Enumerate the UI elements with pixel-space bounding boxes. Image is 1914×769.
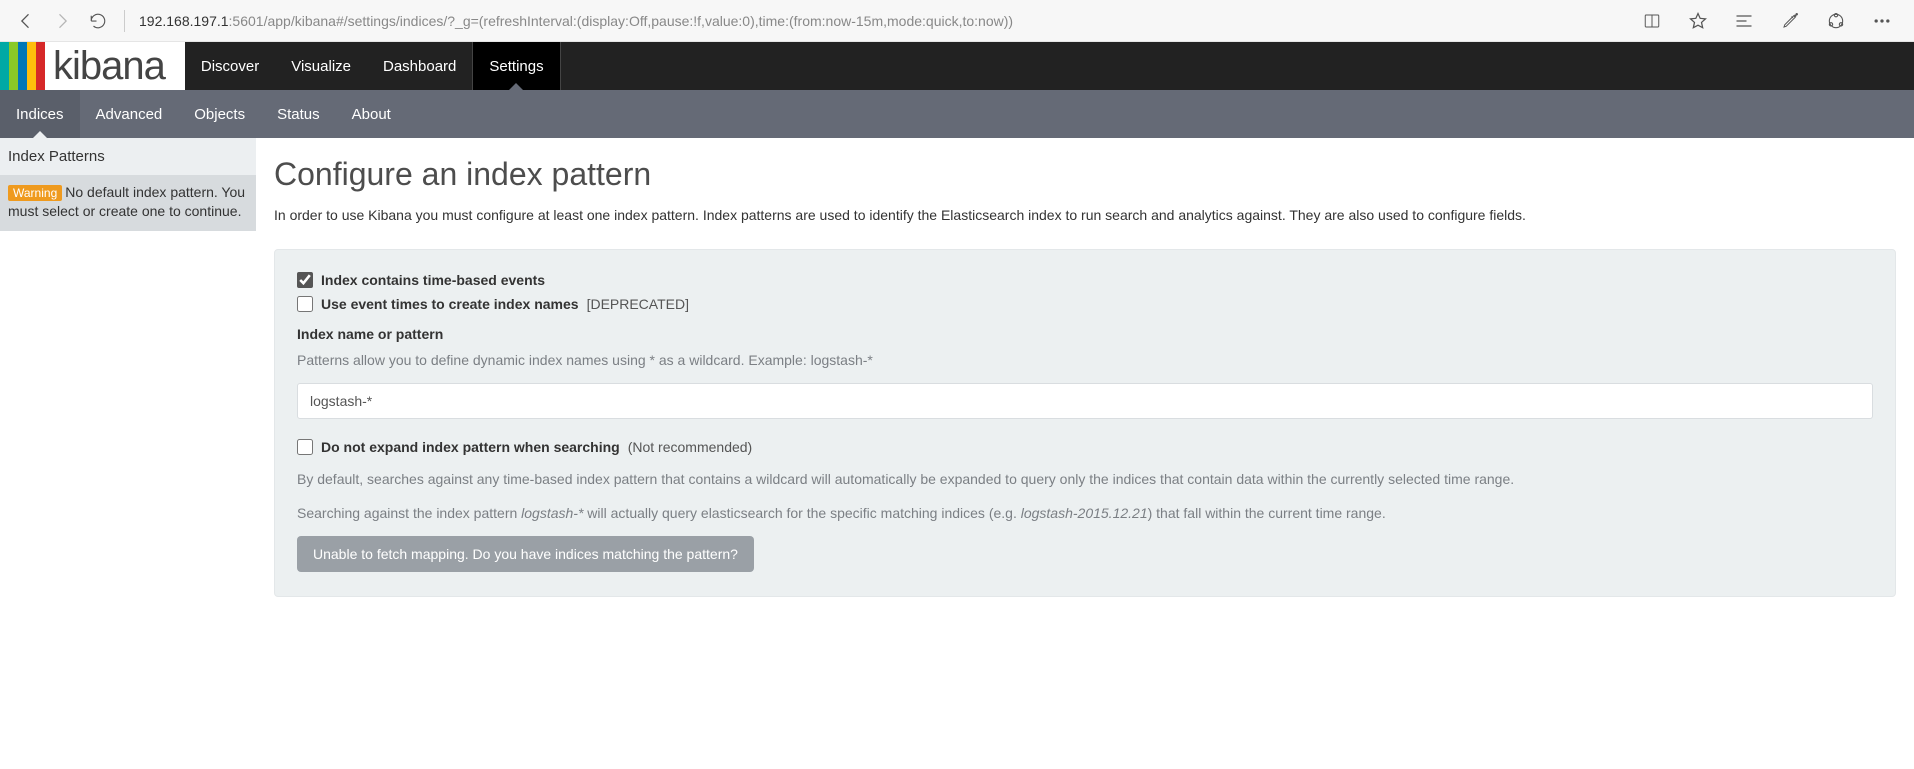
checkbox-eventtimes-row: Use event times to create index names [D… [297,296,1873,312]
index-name-help: Patterns allow you to define dynamic ind… [297,350,1873,371]
checkbox-eventtimes[interactable] [297,296,313,312]
tab-indices[interactable]: Indices [0,90,80,138]
checkbox-timebased[interactable] [297,272,313,288]
create-button-disabled: Unable to fetch mapping. Do you have ind… [297,536,754,572]
sidebar: Index Patterns WarningNo default index p… [0,138,256,231]
checkbox-noexpand[interactable] [297,439,313,455]
checkbox-timebased-label: Index contains time-based events [321,272,545,288]
tab-status[interactable]: Status [261,90,336,138]
index-name-input[interactable] [297,383,1873,419]
checkbox-noexpand-label: Do not expand index pattern when searchi… [321,439,620,455]
checkbox-timebased-row: Index contains time-based events [297,272,1873,288]
tab-about[interactable]: About [336,90,407,138]
topnav: kibana Discover Visualize Dashboard Sett… [0,42,1914,90]
chrome-divider [124,10,125,32]
index-name-group: Index name or pattern Patterns allow you… [297,326,1873,419]
page-title: Configure an index pattern [274,156,1896,193]
reading-view-icon[interactable] [1638,3,1666,39]
noexpand-help-2: Searching against the index pattern logs… [297,503,1873,525]
form-panel: Index contains time-based events Use eve… [274,249,1896,597]
share-icon[interactable] [1822,3,1850,39]
favorite-icon[interactable] [1684,3,1712,39]
sidebar-warning: WarningNo default index pattern. You mus… [0,175,256,231]
logo-text: kibana [53,42,165,90]
warning-badge: Warning [8,185,62,201]
page-body: Index Patterns WarningNo default index p… [0,138,1914,625]
index-name-label: Index name or pattern [297,326,1873,342]
checkbox-noexpand-suffix: (Not recommended) [628,439,753,455]
logo-stripes [0,42,45,90]
back-button[interactable] [8,3,44,39]
url-host: 192.168.197.1 [139,13,229,29]
tab-objects[interactable]: Objects [178,90,261,138]
forward-button[interactable] [44,3,80,39]
refresh-button[interactable] [80,3,116,39]
nav-visualize[interactable]: Visualize [275,42,367,90]
tab-advanced[interactable]: Advanced [80,90,179,138]
main-content: Configure an index pattern In order to u… [256,138,1914,625]
checkbox-eventtimes-suffix: [DEPRECATED] [587,296,689,312]
subnav: Indices Advanced Objects Status About [0,90,1914,138]
sidebar-header[interactable]: Index Patterns [0,138,256,175]
url-rest: :5601/app/kibana#/settings/indices/?_g=(… [229,13,1014,29]
url-bar[interactable]: 192.168.197.1:5601/app/kibana#/settings/… [133,9,1638,33]
kibana-logo[interactable]: kibana [0,42,185,90]
nav-dashboard[interactable]: Dashboard [367,42,472,90]
chrome-right-controls [1638,3,1906,39]
checkbox-eventtimes-label: Use event times to create index names [321,296,579,312]
noexpand-help-1: By default, searches against any time-ba… [297,469,1873,491]
browser-chrome: 192.168.197.1:5601/app/kibana#/settings/… [0,0,1914,42]
hub-icon[interactable] [1730,3,1758,39]
nav-settings[interactable]: Settings [472,42,560,90]
page-lead: In order to use Kibana you must configur… [274,207,1896,223]
notes-icon[interactable] [1776,3,1804,39]
more-icon[interactable] [1868,3,1896,39]
nav-discover[interactable]: Discover [185,42,275,90]
topnav-items: Discover Visualize Dashboard Settings [185,42,561,90]
checkbox-noexpand-row: Do not expand index pattern when searchi… [297,439,1873,455]
